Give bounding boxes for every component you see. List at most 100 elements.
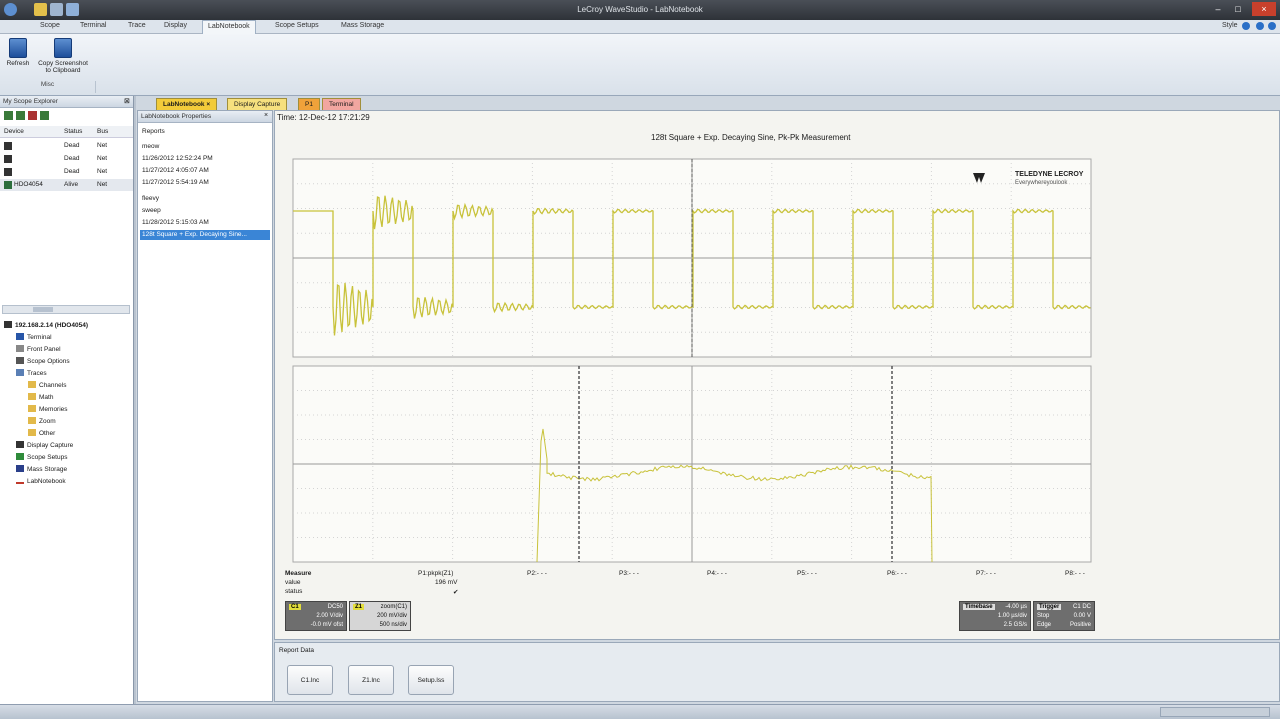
- properties-icon[interactable]: [40, 111, 49, 120]
- col-bus[interactable]: Bus: [97, 126, 108, 138]
- add-scope-icon[interactable]: [4, 111, 13, 120]
- folder-icon: [28, 429, 36, 436]
- front-panel-icon: [16, 345, 24, 352]
- list-item[interactable]: 11/26/2012 12:52:24 PM: [142, 154, 213, 164]
- doc-tab-p1[interactable]: P1: [298, 98, 320, 110]
- explorer-toolbar: [4, 111, 64, 121]
- list-item[interactable]: 11/28/2012 5:15:03 AM: [142, 218, 209, 228]
- style-menu[interactable]: Style: [1222, 22, 1238, 29]
- notebook-icon: [16, 482, 24, 484]
- scope-icon: [4, 142, 12, 150]
- pin-icon[interactable]: ⊠: [124, 97, 130, 105]
- list-item[interactable]: 11/27/2012 5:54:19 AM: [142, 178, 209, 188]
- help-icon[interactable]: [1242, 22, 1250, 30]
- tab-display[interactable]: Display: [164, 22, 187, 29]
- tree-item-traces[interactable]: Traces: [16, 368, 47, 380]
- folder-icon: [28, 405, 36, 412]
- tab-scope-setups[interactable]: Scope Setups: [275, 22, 319, 29]
- measure-label: Measure: [285, 570, 311, 577]
- param-p6[interactable]: P6:- - -: [887, 570, 907, 577]
- scope-capture: Time: 12-Dec-12 17:21:29 128t Square + E…: [274, 110, 1280, 640]
- remove-scope-icon[interactable]: [28, 111, 37, 120]
- close-icon[interactable]: ×: [264, 112, 268, 119]
- device-table-header: Device Status Bus: [0, 126, 133, 138]
- waveform-display: [275, 111, 1280, 641]
- file-button-c1[interactable]: C1.lnc: [287, 665, 333, 695]
- scope-icon: [4, 321, 12, 328]
- status-progress: [1160, 707, 1270, 717]
- list-item[interactable]: meow: [142, 142, 159, 152]
- col-status[interactable]: Status: [64, 126, 82, 138]
- copy-screenshot-button[interactable]: Copy Screenshot to Clipboard: [35, 38, 91, 74]
- tab-mass-storage[interactable]: Mass Storage: [341, 22, 384, 29]
- close-icon[interactable]: ×: [1252, 2, 1276, 16]
- camera-icon: [16, 441, 24, 448]
- ribbon-group-label: Misc: [0, 81, 96, 93]
- tree-item-math[interactable]: Math: [28, 392, 53, 404]
- scrollbar-thumb[interactable]: [33, 307, 53, 312]
- p1-value: 196 mV: [435, 579, 457, 586]
- p1-status-check-icon: ✔: [453, 588, 458, 596]
- tree-item-terminal[interactable]: Terminal: [16, 332, 52, 344]
- status-bar: [0, 704, 1280, 719]
- close-tab-icon[interactable]: ×: [206, 101, 210, 108]
- table-row[interactable]: Dead Net: [0, 166, 133, 178]
- trigger-descriptor[interactable]: Trigger C1 DC Stop 0.00 V Edge Positive: [1033, 601, 1095, 631]
- table-row[interactable]: HDO4054 Alive Net: [0, 179, 133, 191]
- table-row[interactable]: Dead Net: [0, 153, 133, 165]
- tree-item-memories[interactable]: Memories: [28, 404, 68, 416]
- tree-item-scope-options[interactable]: Scope Options: [16, 356, 70, 368]
- doc-tab-display-capture[interactable]: Display Capture: [227, 98, 287, 110]
- tree-item-channels[interactable]: Channels: [28, 380, 66, 392]
- setup-icon: [16, 453, 24, 460]
- param-p7[interactable]: P7:- - -: [976, 570, 996, 577]
- tab-trace[interactable]: Trace: [128, 22, 146, 29]
- maximize-icon[interactable]: □: [1230, 2, 1246, 16]
- reports-label: Reports: [142, 127, 165, 137]
- doc-tab-labnotebook[interactable]: LabNotebook ×: [156, 98, 217, 110]
- list-item-selected[interactable]: 128t Square + Exp. Decaying Sine...: [140, 230, 270, 240]
- options-icon[interactable]: [1268, 22, 1276, 30]
- file-button-setup[interactable]: Setup.lss: [408, 665, 454, 695]
- info-icon[interactable]: [1256, 22, 1264, 30]
- tree-item-other[interactable]: Other: [28, 428, 55, 440]
- table-row[interactable]: Dead Net: [0, 140, 133, 152]
- tree-item-mass-storage[interactable]: Mass Storage: [16, 464, 67, 476]
- tab-labnotebook[interactable]: LabNotebook: [202, 20, 256, 34]
- param-p3[interactable]: P3:- - -: [619, 570, 639, 577]
- logo-text: TELEDYNE LECROY: [1015, 171, 1083, 178]
- tab-scope[interactable]: Scope: [40, 22, 60, 29]
- window-title: LeCroy WaveStudio - LabNotebook: [0, 5, 1280, 14]
- refresh-button[interactable]: Refresh: [3, 38, 33, 67]
- c1-descriptor[interactable]: C1 DC50 2.00 V/div -0.0 mV ofst: [285, 601, 347, 631]
- menu-bar: Scope Terminal Trace Display LabNotebook…: [0, 20, 1280, 34]
- param-p8[interactable]: P8:- - -: [1065, 570, 1085, 577]
- param-p2[interactable]: P2:- - -: [527, 570, 547, 577]
- file-button-z1[interactable]: Z1.lnc: [348, 665, 394, 695]
- doc-tab-terminal[interactable]: Terminal: [322, 98, 361, 110]
- scope-icon: [4, 181, 12, 189]
- properties-title: LabNotebook Properties: [138, 111, 272, 123]
- horizontal-scrollbar[interactable]: [2, 305, 130, 314]
- col-device[interactable]: Device: [4, 126, 24, 138]
- param-p5[interactable]: P5:- - -: [797, 570, 817, 577]
- tree-item-front-panel[interactable]: Front Panel: [16, 344, 61, 356]
- terminal-icon: [16, 333, 24, 340]
- connect-icon[interactable]: [16, 111, 25, 120]
- z1-descriptor[interactable]: Z1 zoom(C1) 200 mV/div 500 ns/div: [349, 601, 411, 631]
- list-item[interactable]: fleevy: [142, 194, 159, 204]
- list-item[interactable]: sweep: [142, 206, 161, 216]
- param-p4[interactable]: P4:- - -: [707, 570, 727, 577]
- tree-item-display-capture[interactable]: Display Capture: [16, 440, 73, 452]
- lower-grid: [293, 366, 1091, 562]
- list-item[interactable]: 11/27/2012 4:05:07 AM: [142, 166, 209, 176]
- tree-item-scope-setups[interactable]: Scope Setups: [16, 452, 67, 464]
- tree-root[interactable]: 192.168.2.14 (HDO4054): [4, 320, 88, 332]
- labnotebook-properties: LabNotebook Properties × Reports meow 11…: [137, 110, 273, 702]
- param-p1[interactable]: P1:pkpk(Z1): [418, 570, 453, 577]
- tree-item-zoom[interactable]: Zoom: [28, 416, 56, 428]
- minimize-icon[interactable]: –: [1210, 2, 1226, 16]
- tree-item-labnotebook[interactable]: LabNotebook: [16, 476, 66, 488]
- timebase-descriptor[interactable]: Timebase -4.00 µs 1.00 µs/div 2.5 GS/s: [959, 601, 1031, 631]
- tab-terminal[interactable]: Terminal: [80, 22, 106, 29]
